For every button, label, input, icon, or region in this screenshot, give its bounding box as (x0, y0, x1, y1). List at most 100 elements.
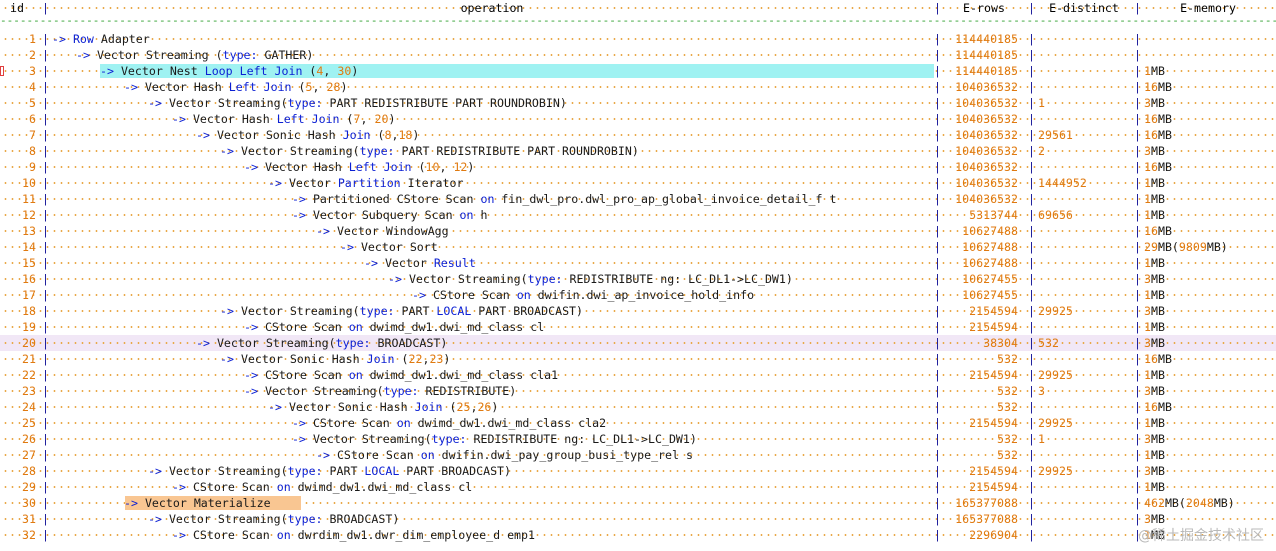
col-separator: | (42, 96, 49, 110)
row-id: 12 (22, 208, 36, 222)
plan-row[interactable]: 15 | | | | -> Vector Result 10627488 1MB (0, 255, 1276, 271)
row-id: 28 (22, 464, 36, 478)
row-id: 15 (22, 256, 36, 270)
row-e-memory: 3MB (1144, 272, 1165, 286)
row-id: 26 (22, 432, 36, 446)
row-id: 23 (22, 384, 36, 398)
col-separator: | (42, 272, 49, 286)
row-operation: -> CStore Scan on dwifin.dwi_pay_group_b… (316, 448, 693, 462)
row-e-distinct (1034, 111, 1134, 127)
plan-row[interactable]: 29 | | | | -> CStore Scan on dwimd_dw1.dwi_md… (0, 479, 1276, 495)
row-e-memory: 1MB (1144, 416, 1165, 430)
row-operation: -> CStore Scan on dwimd_dw1.dwi_md_class… (292, 416, 607, 430)
header-id: id (10, 1, 24, 15)
plan-row[interactable]: 25 | | | | -> CStore Scan on dwimd_dw1.dwi_md… (0, 415, 1276, 431)
row-e-distinct (1034, 159, 1134, 175)
plan-row[interactable]: 18 | | | | -> Vector Streaming(type: PART LOC… (0, 303, 1276, 319)
plan-row[interactable]: 23 | | | | -> Vector Streaming(type: REDISTRI… (0, 383, 1276, 399)
plan-row[interactable]: 19 | | | | -> CStore Scan on dwimd_dw1.dwi_md… (0, 319, 1276, 335)
row-e-rows: 114440185 (955, 48, 1018, 62)
plan-row[interactable]: 12 | | | | -> Vector Subquery Scan on h 531374… (0, 207, 1276, 223)
row-operation: -> Vector Streaming(type: REDISTRIBUTE n… (388, 272, 793, 286)
row-operation: -> Vector Streaming(type: PART LOCAL PAR… (148, 464, 512, 478)
row-e-memory: 1MB (1144, 192, 1165, 206)
plan-row[interactable]: 20 | | | | -> Vector Streaming(type: BROADCAS… (0, 335, 1276, 351)
row-id: 22 (22, 368, 36, 382)
row-e-distinct: 69656 (1038, 208, 1073, 222)
plan-row[interactable]: 1 | | | | -> Row Adapter 114440185 (0, 31, 1276, 47)
plan-row[interactable]: 6 | | | | -> Vector Hash Left Join (7, 20) 104… (0, 111, 1276, 127)
row-operation: -> Row Adapter (52, 32, 150, 46)
plan-row[interactable]: 5 | | | | -> Vector Streaming(type: PART REDI… (0, 95, 1276, 111)
plan-row[interactable]: 8 | | | | -> Vector Streaming(type: PART REDI… (0, 143, 1276, 159)
row-e-memory: 1MB (1144, 256, 1165, 270)
plan-row[interactable]: 3 | | | | -> Vector Nest Loop Left Join (4, 3… (0, 63, 1276, 79)
row-e-rows: 10627488 (962, 256, 1018, 270)
row-e-distinct: 29925 (1038, 464, 1073, 478)
row-e-memory: 3MB (1144, 96, 1165, 110)
col-separator: | (42, 288, 49, 302)
row-id: 19 (22, 320, 36, 334)
row-operation: -> Vector Materialize (124, 496, 271, 510)
row-e-rows: 114440185 (955, 64, 1018, 78)
plan-row[interactable]: 21 | | | | -> Vector Sonic Hash Join (22,23) 5… (0, 351, 1276, 367)
col-separator: | (42, 48, 49, 62)
row-id: 5 (29, 96, 36, 110)
row-operation: -> CStore Scan on dwrdim_dw1.dwr_dim_emp… (172, 528, 535, 542)
col-separator: | (42, 384, 49, 398)
row-id: 7 (29, 128, 36, 142)
plan-row[interactable]: 10 | | | | -> Vector Partition Iterator 104036… (0, 175, 1276, 191)
row-e-distinct: 1 (1038, 432, 1045, 446)
plan-row[interactable]: 30 | | | | -> Vector Materialize 165377088 462M… (0, 495, 1276, 511)
row-operation: -> Vector Hash Left Join (7, 20) (172, 112, 396, 126)
row-e-memory: 1MB (1144, 176, 1165, 190)
plan-row[interactable]: 17 | | | | -> CStore Scan on dwifin.dwi_ap_in… (0, 287, 1276, 303)
row-operation: -> Vector Streaming (type: GATHER) (76, 48, 314, 62)
row-e-rows: 104036532 (955, 96, 1018, 110)
row-e-rows: 532 (997, 432, 1018, 446)
row-operation: -> Vector Streaming(type: PART LOCAL PAR… (220, 304, 584, 318)
plan-row[interactable]: 28 | | | | -> Vector Streaming(type: PART LOC… (0, 463, 1276, 479)
row-e-distinct: 29925 (1038, 416, 1073, 430)
plan-row[interactable]: 16 | | | | -> Vector Streaming(type: REDISTRI… (0, 271, 1276, 287)
row-e-rows: 2154594 (969, 320, 1018, 334)
row-operation: -> Vector Partition Iterator (268, 176, 464, 190)
row-operation: -> Vector Streaming(type: PART REDISTRIB… (148, 96, 567, 110)
row-e-distinct: 29925 (1038, 304, 1073, 318)
col-separator: | (42, 208, 49, 222)
row-id: 30 (22, 496, 36, 510)
col-separator: | (42, 224, 49, 238)
plan-row[interactable]: 32 | | | | -> CStore Scan on dwrdim_dw1.dwr_d… (0, 527, 1276, 543)
plan-row[interactable]: 4 | | | | -> Vector Hash Left Join (5, 28) 104… (0, 79, 1276, 95)
row-e-rows: 104036532 (955, 112, 1018, 126)
col-separator: | (42, 320, 49, 334)
plan-row[interactable]: 2 | | | | -> Vector Streaming (type: GATHER) 1… (0, 47, 1276, 63)
plan-row[interactable]: 27 | | | | -> CStore Scan on dwifin.dwi_pay_g… (0, 447, 1276, 463)
plan-row[interactable]: 26 | | | | -> Vector Streaming(type: REDISTRI… (0, 431, 1276, 447)
column-header-row: id | operation | E-rows | E-distinct | E… (0, 0, 1276, 16)
row-e-memory: 16MB (1144, 112, 1172, 126)
col-separator: | (42, 1, 49, 15)
row-id: 2 (29, 48, 36, 62)
row-e-distinct (1034, 479, 1134, 495)
row-e-memory: 3MB (1144, 384, 1165, 398)
row-e-distinct (1034, 239, 1134, 255)
row-id: 3 (29, 64, 36, 78)
row-e-rows: 165377088 (955, 496, 1018, 510)
row-e-memory: 3MB (1144, 432, 1165, 446)
row-id: 17 (22, 288, 36, 302)
plan-row[interactable]: 7 | | | | -> Vector Sonic Hash Join (8,18) 104… (0, 127, 1276, 143)
row-e-rows: 532 (997, 400, 1018, 414)
plan-row[interactable]: 14 | | | | -> Vector Sort 10627488 29MB(9809MB) (0, 239, 1276, 255)
plan-row[interactable]: 22 | | | | -> CStore Scan on dwimd_dw1.dwi_md… (0, 367, 1276, 383)
sql-explain-editor[interactable]: id | operation | E-rows | E-distinct | E… (0, 0, 1276, 551)
row-operation: -> Vector Streaming(type: REDISTRIBUTE n… (292, 432, 697, 446)
plan-row[interactable]: 24 | | | | -> Vector Sonic Hash Join (25,26) 5… (0, 399, 1276, 415)
plan-row[interactable]: 11 | | | | -> Partitioned CStore Scan on fin_… (0, 191, 1276, 207)
plan-row[interactable]: 9 | | | | -> Vector Hash Left Join (10, 12) 10… (0, 159, 1276, 175)
row-operation: -> Vector Hash Left Join (5, 28) (124, 80, 348, 94)
plan-row[interactable]: 13 | | | | -> Vector WindowAgg 10627488 16MB (0, 223, 1276, 239)
row-e-rows: 104036532 (955, 160, 1018, 174)
row-id: 11 (22, 192, 36, 206)
plan-row[interactable]: 31 | | | | -> Vector Streaming(type: BROADCAS… (0, 511, 1276, 527)
